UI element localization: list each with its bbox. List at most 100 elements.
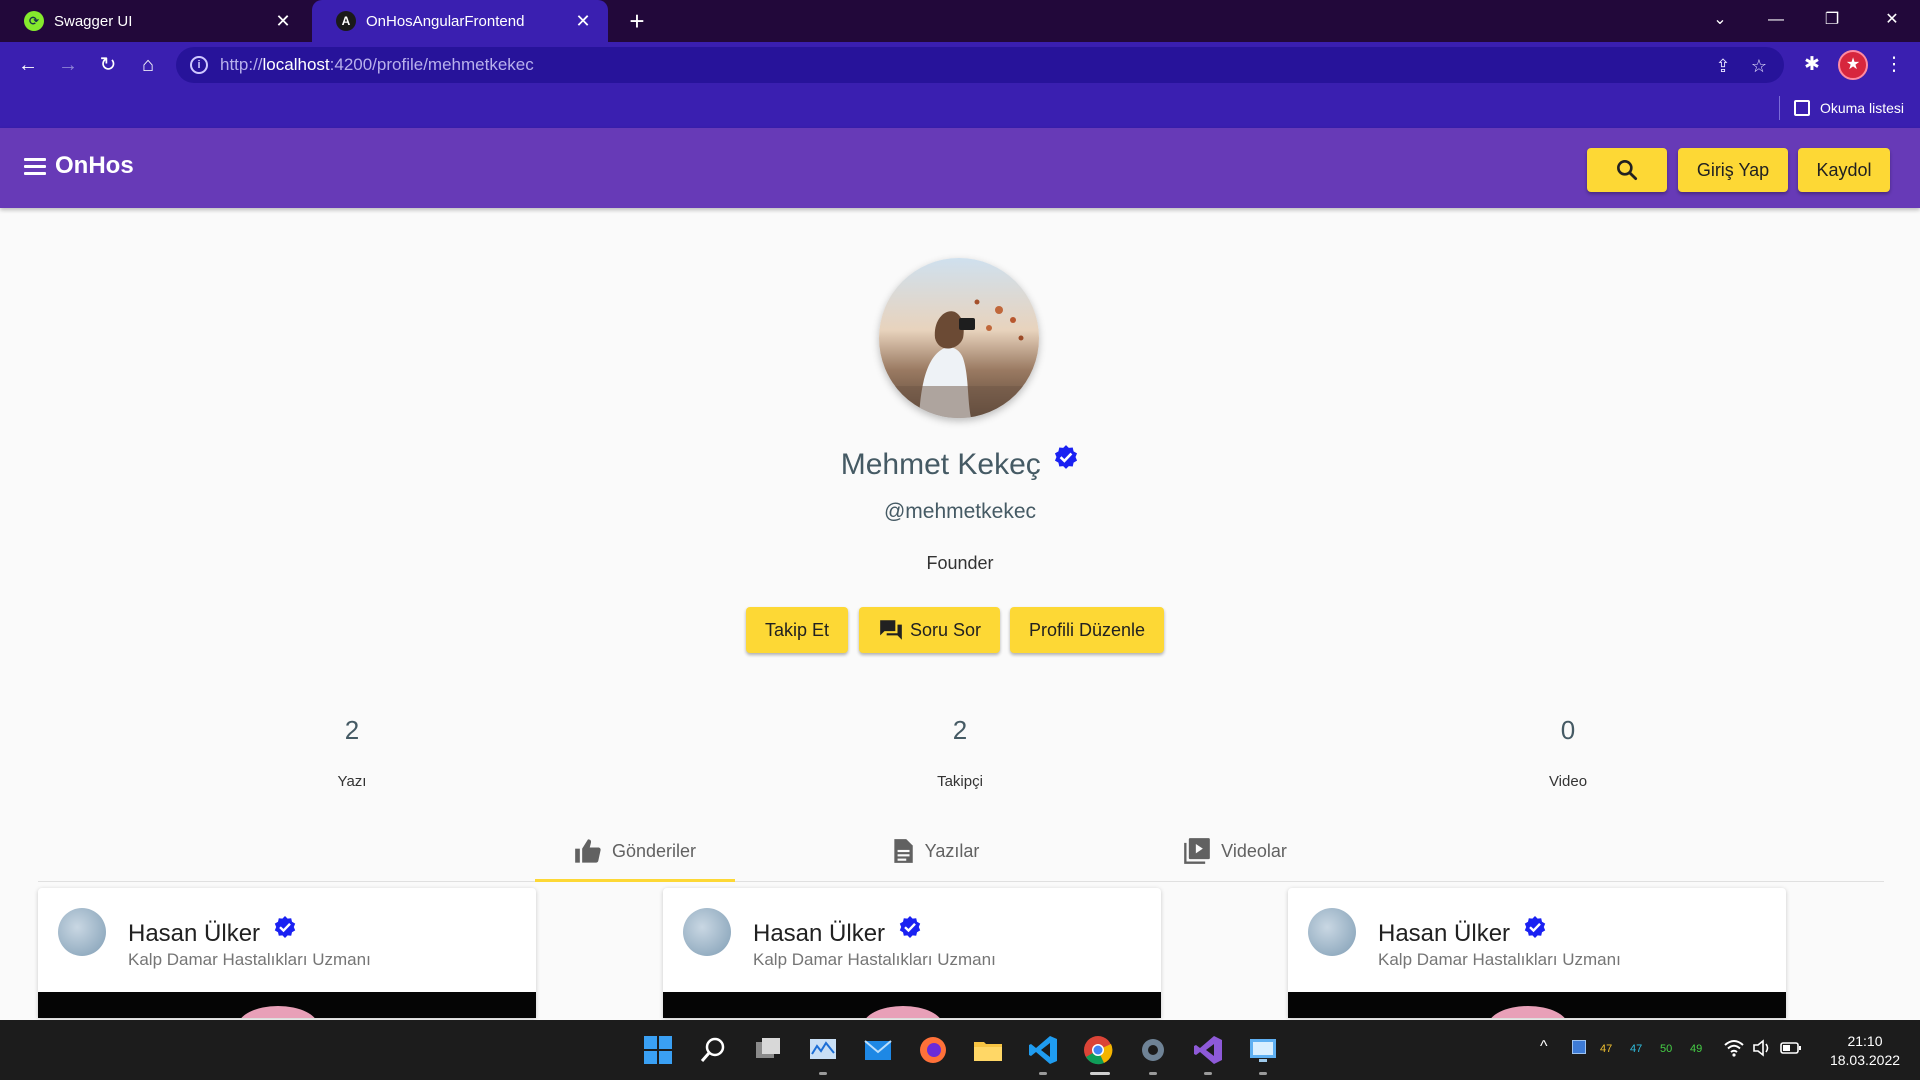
firefox-icon[interactable] <box>917 1034 949 1066</box>
windows-start-icon[interactable] <box>642 1034 674 1066</box>
forward-icon[interactable]: → <box>52 49 84 81</box>
tab-videos-label: Videolar <box>1221 840 1287 861</box>
stat-videos-count: 0 <box>1560 715 1576 745</box>
profile-avatar <box>879 258 1039 418</box>
share-icon[interactable]: ⇪ <box>1712 55 1734 77</box>
mail-icon[interactable] <box>862 1034 894 1066</box>
task-manager-icon[interactable] <box>807 1034 839 1066</box>
profile-photo <box>879 299 1039 418</box>
close-tab-icon[interactable]: ✕ <box>272 10 294 32</box>
wifi-icon[interactable] <box>1724 1039 1744 1057</box>
tab-articles[interactable]: Yazılar <box>835 820 1035 882</box>
file-explorer-icon[interactable] <box>972 1034 1004 1066</box>
url-text: http://localhost:4200/profile/mehmetkeke… <box>220 55 534 74</box>
clock-time: 21:10 <box>1847 1033 1883 1049</box>
tab-title: Swagger UI <box>54 12 133 30</box>
search-icon[interactable] <box>697 1034 729 1066</box>
post-card[interactable]: Hasan Ülker Kalp Damar Hastalıkları Uzma… <box>663 888 1161 1018</box>
browser-profile-avatar[interactable]: ★ <box>1838 50 1868 80</box>
ask-question-button[interactable]: Soru Sor <box>859 607 1000 653</box>
clock-date: 18.03.2022 <box>1829 1052 1901 1068</box>
reading-list-icon <box>1793 100 1810 116</box>
swagger-favicon-icon: ⟳ <box>24 11 44 31</box>
profile-name-row: Mehmet Kekeç <box>0 444 1920 482</box>
vscode-icon[interactable] <box>1027 1034 1059 1066</box>
author-avatar[interactable] <box>683 908 731 956</box>
tray-temp-3[interactable]: 50 <box>1660 1043 1672 1055</box>
brand-title[interactable]: OnHos <box>55 152 134 180</box>
stat-posts-count: 2 <box>344 715 360 745</box>
author-name[interactable]: Hasan Ülker <box>128 915 297 948</box>
stat-followers-label: Takipçi <box>937 773 983 790</box>
extensions-puzzle-icon[interactable]: ✱ <box>1800 53 1824 77</box>
profile-tabs: Gönderiler Yazılar Videolar <box>38 820 1884 882</box>
verified-badge-icon <box>274 916 295 938</box>
show-hidden-icons-icon[interactable]: ^ <box>1540 1038 1548 1056</box>
tab-title: OnHosAngularFrontend <box>366 12 525 30</box>
tab-search-icon[interactable]: ⌄ <box>1692 0 1748 42</box>
tab-posts[interactable]: Gönderiler <box>535 820 735 882</box>
monitor-icon[interactable] <box>1572 1040 1586 1054</box>
stat-posts-label: Yazı <box>337 773 367 790</box>
browser-tab-swagger[interactable]: ⟳ Swagger UI ✕ <box>0 0 308 42</box>
post-image[interactable] <box>38 992 536 1018</box>
angular-favicon-icon: A <box>336 11 356 31</box>
running-indicator <box>1149 1072 1157 1075</box>
author-specialty: Kalp Damar Hastalıkları Uzmanı <box>753 950 996 969</box>
author-name[interactable]: Hasan Ülker <box>1378 915 1547 948</box>
author-avatar[interactable] <box>1308 908 1356 956</box>
browser-tab-onhos[interactable]: A OnHosAngularFrontend ✕ <box>312 0 608 42</box>
active-app-indicator <box>1090 1072 1110 1075</box>
restore-button[interactable]: ❐ <box>1804 0 1860 42</box>
reading-list-button[interactable]: Okuma listesi <box>1778 96 1904 120</box>
remote-desktop-icon[interactable] <box>1247 1034 1279 1066</box>
site-info-icon[interactable]: i <box>190 56 208 74</box>
battery-icon[interactable] <box>1780 1040 1802 1056</box>
tray-temp-1[interactable]: 47 <box>1600 1043 1612 1055</box>
stat-videos-label: Video <box>1548 773 1588 790</box>
tab-articles-label: Yazılar <box>924 840 980 861</box>
tray-temp-2[interactable]: 47 <box>1630 1043 1642 1055</box>
home-icon[interactable]: ⌂ <box>132 49 164 81</box>
verified-badge-icon <box>1524 916 1545 938</box>
edit-profile-button[interactable]: Profili Düzenle <box>1010 607 1164 653</box>
running-indicator <box>1259 1072 1267 1075</box>
reload-icon[interactable]: ↻ <box>92 49 124 81</box>
author-name[interactable]: Hasan Ülker <box>753 915 922 948</box>
post-image[interactable] <box>1288 992 1786 1018</box>
minimize-button[interactable]: — <box>1748 0 1804 42</box>
login-button[interactable]: Giriş Yap <box>1678 148 1788 192</box>
bookmarks-bar: Okuma listesi <box>0 88 1920 128</box>
follow-button[interactable]: Takip Et <box>746 607 848 653</box>
back-icon[interactable]: ← <box>12 49 44 81</box>
tray-temp-4[interactable]: 49 <box>1690 1043 1702 1055</box>
author-avatar[interactable] <box>58 908 106 956</box>
close-window-button[interactable]: ✕ <box>1864 0 1920 42</box>
chrome-icon[interactable] <box>1082 1034 1114 1066</box>
browser-menu-icon[interactable]: ⋮ <box>1882 53 1906 77</box>
video-library-icon <box>1184 838 1210 864</box>
post-card[interactable]: Hasan Ülker Kalp Damar Hastalıkları Uzma… <box>1288 888 1786 1018</box>
active-tab-indicator <box>535 879 735 882</box>
close-tab-icon[interactable]: ✕ <box>572 10 594 32</box>
post-card[interactable]: Hasan Ülker Kalp Damar Hastalıkları Uzma… <box>38 888 536 1018</box>
running-indicator <box>819 1072 827 1075</box>
signup-button[interactable]: Kaydol <box>1798 148 1890 192</box>
volume-icon[interactable] <box>1752 1039 1772 1057</box>
browser-tab-strip: ⟳ Swagger UI ✕ A OnHosAngularFrontend ✕ … <box>0 0 1920 42</box>
windows-taskbar: ^ 47 47 50 49 21:10 18.03.2022 <box>0 1020 1920 1080</box>
post-image[interactable] <box>663 992 1161 1018</box>
verified-badge-icon <box>1055 445 1078 469</box>
address-bar[interactable]: i http://localhost:4200/profile/mehmetke… <box>176 47 1784 83</box>
system-clock[interactable]: 21:10 18.03.2022 <box>1820 1032 1910 1070</box>
task-view-icon[interactable] <box>752 1034 784 1066</box>
reading-list-label: Okuma listesi <box>1819 100 1904 116</box>
bookmark-star-icon[interactable]: ☆ <box>1748 55 1770 77</box>
settings-gear-icon[interactable] <box>1137 1034 1169 1066</box>
visual-studio-icon[interactable] <box>1192 1034 1224 1066</box>
new-tab-button[interactable]: + <box>622 6 652 36</box>
tab-videos[interactable]: Videolar <box>1135 820 1335 882</box>
hamburger-menu-icon[interactable] <box>24 158 46 176</box>
search-button[interactable] <box>1587 148 1667 192</box>
running-indicator <box>1039 1072 1047 1075</box>
